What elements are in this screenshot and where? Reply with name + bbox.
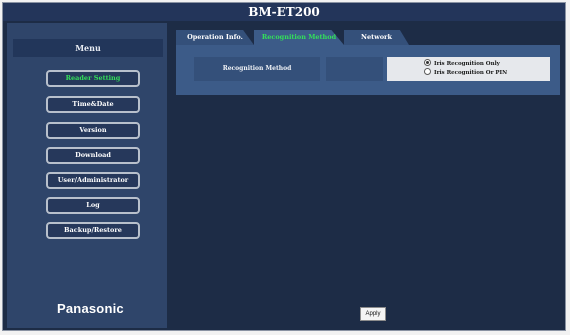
menu-button-reader-setting[interactable]: Reader Setting	[46, 70, 140, 87]
window-title: BM-ET200	[3, 3, 565, 21]
recognition-options: Iris Recognition Only Iris Recognition O…	[387, 57, 550, 81]
apply-button[interactable]: Apply	[360, 307, 386, 321]
blank-cell	[326, 57, 383, 81]
menu-header: Menu	[13, 39, 163, 57]
main-content: Operation Info. Recognition Method Netwo…	[171, 23, 565, 328]
app-window: BM-ET200 Menu Reader Setting Time&Date V…	[2, 2, 566, 331]
settings-panel: Recognition Method Iris Recognition Only…	[176, 45, 560, 95]
menu-button-version[interactable]: Version	[46, 122, 140, 139]
recognition-method-label: Recognition Method	[194, 57, 320, 81]
tab-network[interactable]: Network	[344, 30, 409, 45]
option-iris-only-label: Iris Recognition Only	[434, 61, 500, 67]
sidebar: Menu Reader Setting Time&Date Version Do…	[7, 23, 167, 328]
menu-button-backup-restore[interactable]: Backup/Restore	[46, 222, 140, 239]
option-iris-or-pin[interactable]: Iris Recognition Or PIN	[424, 68, 508, 78]
menu-button-user-administrator[interactable]: User/Administrator	[46, 172, 140, 189]
menu-button-log[interactable]: Log	[46, 197, 140, 214]
option-iris-or-pin-label: Iris Recognition Or PIN	[434, 70, 508, 76]
radio-unselected-icon[interactable]	[424, 68, 431, 75]
radio-selected-icon[interactable]	[424, 59, 431, 66]
menu-button-download[interactable]: Download	[46, 147, 140, 164]
brand-logo: Panasonic	[57, 301, 124, 316]
option-iris-only[interactable]: Iris Recognition Only	[424, 59, 500, 69]
tab-operation-info[interactable]: Operation Info.	[176, 30, 254, 45]
tab-recognition-method[interactable]: Recognition Method	[254, 30, 344, 45]
menu-button-time-date[interactable]: Time&Date	[46, 96, 140, 113]
